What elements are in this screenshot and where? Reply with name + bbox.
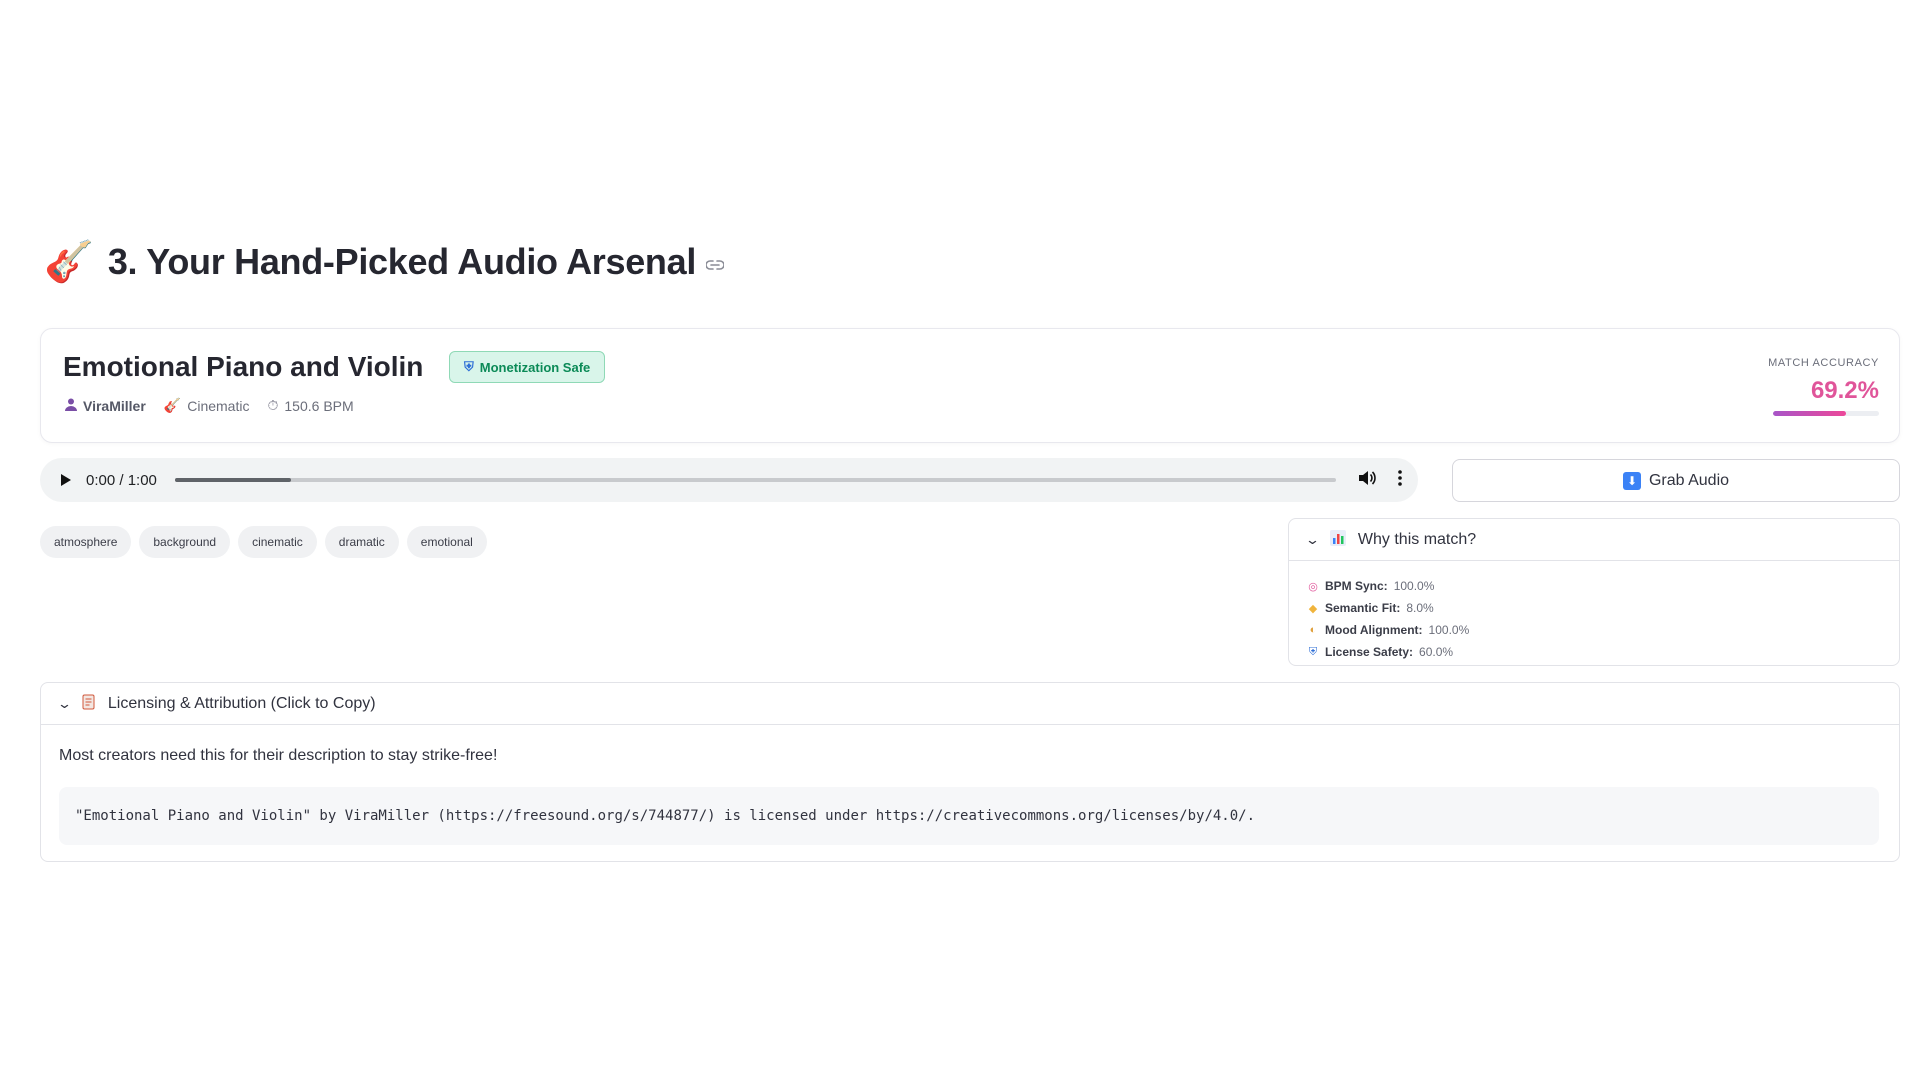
licensing-header[interactable]: ⌄ Licensing & Attribution (Click to Copy…	[41, 683, 1899, 725]
license-safety-row: ⛨ License Safety: 60.0%	[1307, 641, 1899, 663]
chevron-down-icon: ⌄	[56, 695, 73, 711]
row-label: License Safety:	[1325, 645, 1414, 659]
download-icon: ⬇	[1622, 471, 1641, 490]
target-icon: ◎	[1308, 580, 1318, 593]
author-name: ViraMiller	[83, 397, 146, 414]
licensing-title: Licensing & Attribution (Click to Copy)	[107, 694, 376, 712]
track-card: Emotional Piano and Violin ⛨ Monetizatio…	[40, 328, 1900, 443]
licensing-expander: ⌄ Licensing & Attribution (Click to Copy…	[40, 682, 1900, 862]
chevron-down-icon: ⌄	[1304, 531, 1321, 547]
player-seek-bar[interactable]	[174, 478, 1336, 482]
author-meta: ViraMiller	[65, 397, 146, 414]
row-value: 100.0%	[1428, 623, 1470, 637]
shield-icon: ⛨	[1308, 645, 1318, 658]
row-label: Semantic Fit:	[1325, 601, 1401, 615]
shield-icon: ⛨	[464, 359, 474, 374]
why-match-header[interactable]: ⌄ Why this match?	[1289, 519, 1899, 561]
guitar-icon: 🎸	[44, 240, 94, 284]
why-match-rows: ◎ BPM Sync: 100.0% ◆ Semantic Fit: 8.0% …	[1289, 561, 1899, 663]
tag-chip[interactable]: emotional	[406, 526, 487, 558]
theater-masks-icon: ◐	[1309, 624, 1317, 636]
more-options-icon[interactable]	[1398, 469, 1402, 491]
stopwatch-icon: ⏱	[267, 397, 279, 413]
section-title: 3. Your Hand-Picked Audio Arsenal	[107, 241, 697, 282]
volume-icon[interactable]	[1358, 470, 1376, 491]
match-accuracy: MATCH ACCURACY 69.2%	[1739, 357, 1879, 416]
bar-chart-icon	[1329, 530, 1346, 549]
accuracy-label: MATCH ACCURACY	[1768, 357, 1879, 369]
row-label: Mood Alignment:	[1325, 623, 1423, 637]
row-value: 100.0%	[1393, 579, 1435, 593]
licensing-note: Most creators need this for their descri…	[59, 747, 498, 764]
row-value: 60.0%	[1419, 645, 1454, 659]
audio-player: 0:00 / 1:00	[40, 458, 1418, 502]
track-meta: ViraMiller 🎸 Cinematic ⏱ 150.6 BPM	[65, 397, 354, 414]
accuracy-bar	[1773, 411, 1879, 416]
row-value: 8.0%	[1406, 601, 1434, 615]
section-heading: 🎸 3. Your Hand-Picked Audio Arsenal	[44, 236, 725, 288]
accuracy-value: 69.2%	[1810, 377, 1879, 404]
grab-audio-button[interactable]: ⬇ Grab Audio	[1452, 459, 1900, 502]
user-icon	[65, 398, 77, 414]
semantic-fit-row: ◆ Semantic Fit: 8.0%	[1307, 597, 1899, 619]
badge-label: Monetization Safe	[479, 359, 591, 375]
label-tag-icon: ◆	[1308, 602, 1318, 615]
tag-chip[interactable]: dramatic	[324, 526, 399, 558]
bpm-value: 150.6 BPM	[284, 397, 354, 414]
guitar-icon: 🎸	[163, 397, 182, 413]
monetization-badge: ⛨ Monetization Safe	[449, 351, 606, 383]
play-icon[interactable]	[56, 470, 76, 490]
bpm-sync-row: ◎ BPM Sync: 100.0%	[1307, 575, 1899, 597]
tag-chip[interactable]: cinematic	[238, 526, 317, 558]
genre-meta: 🎸 Cinematic	[164, 397, 250, 414]
genre-name: Cinematic	[187, 397, 250, 414]
player-time: 0:00 / 1:00	[86, 471, 157, 489]
mood-alignment-row: ◐ Mood Alignment: 100.0%	[1307, 619, 1899, 641]
bpm-meta: ⏱ 150.6 BPM	[267, 397, 353, 414]
link-icon[interactable]	[705, 254, 725, 277]
memo-icon	[82, 694, 96, 713]
tag-chip[interactable]: background	[139, 526, 231, 558]
accuracy-bar-fill	[1773, 411, 1847, 416]
track-title: Emotional Piano and Violin	[63, 351, 424, 382]
grab-audio-label: Grab Audio	[1648, 471, 1730, 489]
attribution-code-block[interactable]: "Emotional Piano and Violin" by ViraMill…	[59, 787, 1879, 845]
tag-list: atmosphere background cinematic dramatic…	[40, 526, 487, 558]
tag-chip[interactable]: atmosphere	[40, 526, 132, 558]
row-label: BPM Sync:	[1325, 579, 1388, 593]
why-match-title: Why this match?	[1357, 530, 1477, 548]
player-seek-progress	[174, 478, 292, 482]
why-match-expander: ⌄ Why this match? ◎ BPM Sync: 100.0% ◆ S…	[1288, 518, 1900, 666]
